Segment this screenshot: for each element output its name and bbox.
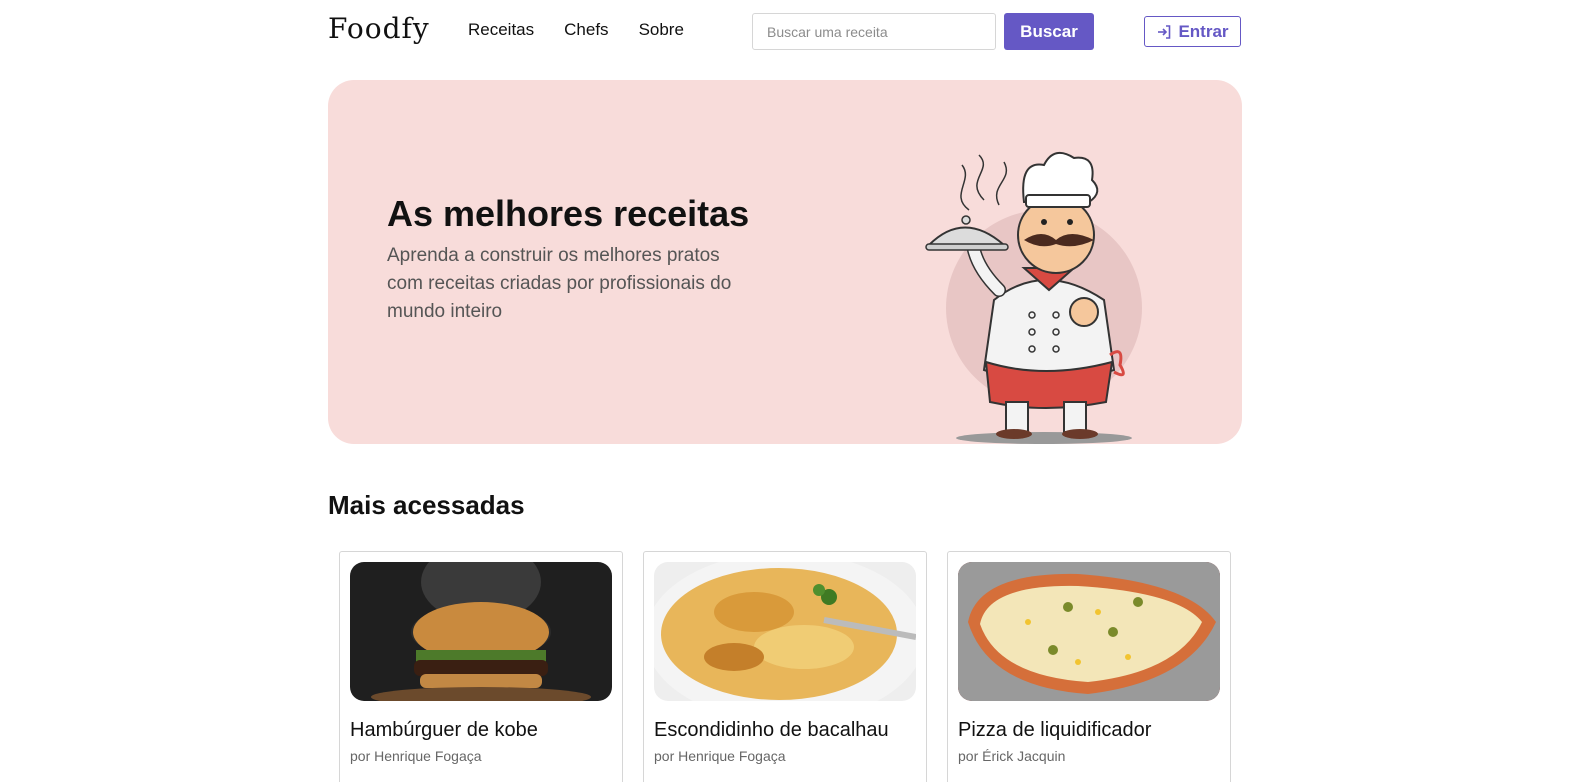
pizza-photo xyxy=(958,562,1220,701)
recipe-card-list: Hambúrguer de kobe por Henrique Fogaça E… xyxy=(339,551,1231,782)
site-header: Foodfy Receitas Chefs Sobre Buscar Entra… xyxy=(0,0,1580,62)
nav-link-sobre[interactable]: Sobre xyxy=(639,20,684,40)
main-nav: Receitas Chefs Sobre xyxy=(468,20,684,40)
recipe-card[interactable]: Pizza de liquidificador por Érick Jacqui… xyxy=(947,551,1231,782)
recipe-title: Pizza de liquidificador xyxy=(958,719,1152,741)
nav-link-receitas[interactable]: Receitas xyxy=(468,20,534,40)
hero-title: As melhores receitas xyxy=(387,193,750,234)
hamburger-photo xyxy=(350,562,612,701)
login-button[interactable]: Entrar xyxy=(1144,16,1241,47)
nav-link-chefs[interactable]: Chefs xyxy=(564,20,608,40)
site-logo[interactable]: Foodfy xyxy=(328,12,430,45)
recipe-title: Hambúrguer de kobe xyxy=(350,719,538,741)
hero-banner: As melhores receitas Aprenda a construir… xyxy=(328,80,1242,444)
login-arrow-icon xyxy=(1158,24,1171,39)
login-button-label: Entrar xyxy=(1178,21,1229,41)
search-button[interactable]: Buscar xyxy=(1004,13,1094,50)
recipe-title: Escondidinho de bacalhau xyxy=(654,719,889,741)
escondidinho-photo xyxy=(654,562,916,701)
section-title: Mais acessadas xyxy=(328,490,525,520)
search-input[interactable] xyxy=(752,13,996,50)
recipe-author: por Érick Jacquin xyxy=(958,748,1066,764)
recipe-card[interactable]: Hambúrguer de kobe por Henrique Fogaça xyxy=(339,551,623,782)
recipe-card[interactable]: Escondidinho de bacalhau por Henrique Fo… xyxy=(643,551,927,782)
chef-illustration xyxy=(925,151,1142,444)
recipe-author: por Henrique Fogaça xyxy=(350,748,482,764)
recipe-author: por Henrique Fogaça xyxy=(654,748,786,764)
hero-description: Aprenda a construir os melhores pratos c… xyxy=(387,245,732,322)
